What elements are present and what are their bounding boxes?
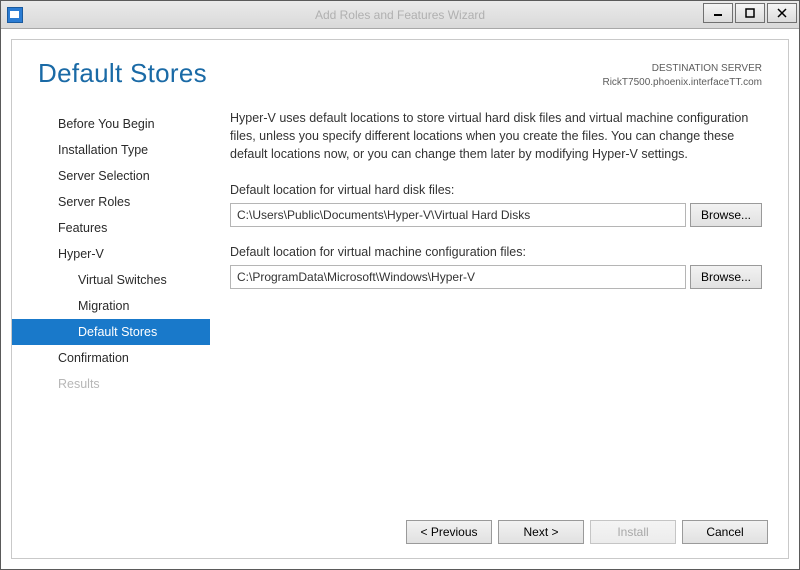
nav-item-server-selection[interactable]: Server Selection — [12, 163, 210, 189]
destination-server: RickT7500.phoenix.interfaceTT.com — [602, 76, 762, 90]
vmcfg-browse-button[interactable]: Browse... — [690, 265, 762, 289]
vhd-location-label: Default location for virtual hard disk f… — [230, 183, 762, 197]
close-icon — [777, 8, 787, 18]
main-panel: Hyper-V uses default locations to store … — [210, 103, 788, 510]
nav-item-installation-type[interactable]: Installation Type — [12, 137, 210, 163]
maximize-icon — [745, 8, 755, 18]
vmcfg-path-input[interactable] — [230, 265, 686, 289]
nav-item-results: Results — [12, 371, 210, 397]
window-title: Add Roles and Features Wizard — [1, 8, 799, 22]
wizard-window: Add Roles and Features Wizard Default St… — [0, 0, 800, 570]
header-row: Default Stores DESTINATION SERVER RickT7… — [12, 40, 788, 93]
nav-item-features[interactable]: Features — [12, 215, 210, 241]
page-title: Default Stores — [38, 58, 207, 89]
nav-item-default-stores[interactable]: Default Stores — [12, 319, 210, 345]
minimize-icon — [713, 8, 723, 18]
app-icon — [7, 7, 23, 23]
content-outer: Default Stores DESTINATION SERVER RickT7… — [1, 29, 799, 569]
close-button[interactable] — [767, 3, 797, 23]
install-button: Install — [590, 520, 676, 544]
nav-item-server-roles[interactable]: Server Roles — [12, 189, 210, 215]
wizard-footer: < Previous Next > Install Cancel — [12, 510, 788, 558]
body-row: Before You BeginInstallation TypeServer … — [12, 93, 788, 510]
destination-block: DESTINATION SERVER RickT7500.phoenix.int… — [602, 58, 762, 89]
wizard-nav: Before You BeginInstallation TypeServer … — [12, 103, 210, 510]
minimize-button[interactable] — [703, 3, 733, 23]
vmcfg-location-label: Default location for virtual machine con… — [230, 245, 762, 259]
nav-item-migration[interactable]: Migration — [12, 293, 210, 319]
maximize-button[interactable] — [735, 3, 765, 23]
titlebar: Add Roles and Features Wizard — [1, 1, 799, 29]
nav-item-hyper-v[interactable]: Hyper-V — [12, 241, 210, 267]
vhd-browse-button[interactable]: Browse... — [690, 203, 762, 227]
content-card: Default Stores DESTINATION SERVER RickT7… — [11, 39, 789, 559]
cancel-button[interactable]: Cancel — [682, 520, 768, 544]
nav-item-before-you-begin[interactable]: Before You Begin — [12, 111, 210, 137]
nav-item-virtual-switches[interactable]: Virtual Switches — [12, 267, 210, 293]
previous-button[interactable]: < Previous — [406, 520, 492, 544]
window-controls — [703, 1, 799, 28]
destination-label: DESTINATION SERVER — [602, 62, 762, 76]
vmcfg-path-row: Browse... — [230, 265, 762, 289]
vhd-path-row: Browse... — [230, 203, 762, 227]
vhd-path-input[interactable] — [230, 203, 686, 227]
intro-text: Hyper-V uses default locations to store … — [230, 109, 762, 163]
next-button[interactable]: Next > — [498, 520, 584, 544]
nav-item-confirmation[interactable]: Confirmation — [12, 345, 210, 371]
